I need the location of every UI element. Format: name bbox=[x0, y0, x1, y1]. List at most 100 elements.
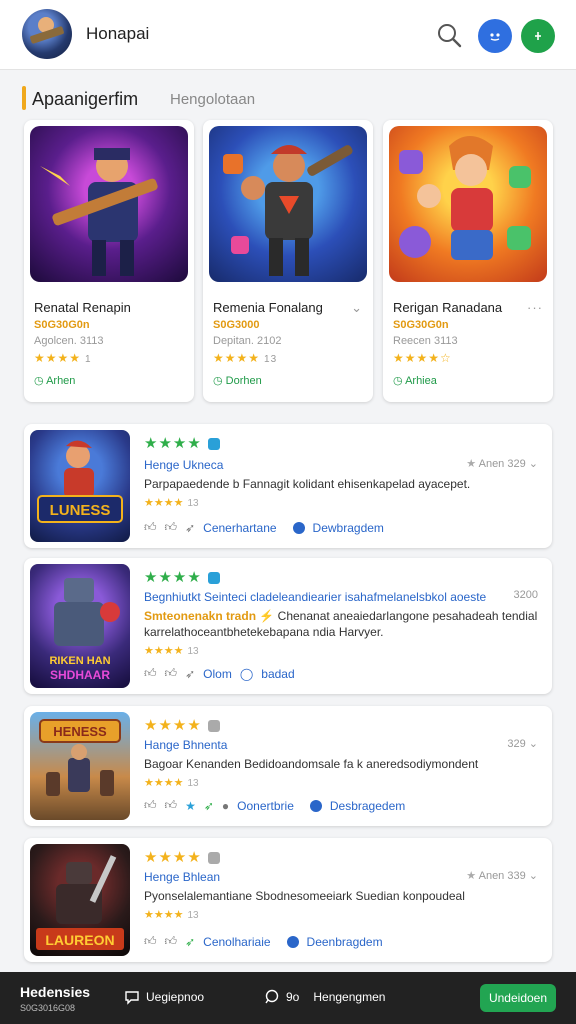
section-accent-bar bbox=[22, 86, 26, 110]
featured-card[interactable]: Rerigan Ranadana ··· S0G30G0n Reecen 311… bbox=[383, 120, 553, 402]
fire-icon: ⚡ bbox=[259, 609, 275, 623]
app-avatar[interactable] bbox=[22, 9, 72, 59]
guitar-hero-art bbox=[40, 148, 158, 276]
verified-badge bbox=[207, 438, 220, 451]
game-logo-art: LUNESS bbox=[37, 440, 123, 523]
details-link[interactable]: Oonertbrie bbox=[237, 799, 294, 813]
tag-icon[interactable]: ● bbox=[222, 799, 229, 813]
star-rating: ★★★★☆ bbox=[393, 351, 452, 365]
thumb-up-icon[interactable]: 👍︎ bbox=[165, 798, 178, 813]
dark-warrior-art: LAUREON bbox=[36, 855, 124, 950]
more-icon[interactable]: ··· bbox=[527, 300, 543, 315]
list-item[interactable]: LUNESS ★★★★ Henge Ukneca ★ Anen 329 ⌄ Pa… bbox=[24, 424, 552, 548]
small-rating: ★★★★ 13 bbox=[144, 497, 199, 509]
list-item[interactable]: LAUREON ★★★★ Henge Bhlean ★ Anen 339 ⌄ P… bbox=[24, 838, 552, 962]
star-rating: ★★★★ 13 bbox=[213, 351, 278, 365]
card-title: Remenia Fonalang bbox=[213, 300, 323, 315]
top-bar: Honapai bbox=[0, 0, 576, 70]
plus-icon bbox=[535, 32, 541, 40]
card-title: Renatal Renapin bbox=[34, 300, 131, 315]
item-actions: 👍︎ 👍︎ ➶ Olom ◯ badad bbox=[144, 666, 295, 681]
download-link[interactable]: Desbragedem bbox=[330, 799, 405, 813]
review-count: 3200 bbox=[513, 589, 538, 601]
badge bbox=[207, 720, 220, 733]
list-item[interactable]: RIKEN HAN SHDHAAR ★★★★ Begnhiutkt Seinte… bbox=[24, 558, 552, 694]
star-rating: ★★★★ 1 bbox=[34, 351, 92, 365]
item-description: Bagoar Kenanden Bedidoandomsale fa k ane… bbox=[144, 757, 479, 771]
star-icon: ★ bbox=[466, 458, 477, 470]
game-thumbnail[interactable] bbox=[389, 126, 547, 282]
game-thumbnail[interactable] bbox=[209, 126, 367, 282]
featured-card[interactable]: Renatal Renapin S0G30G0n Agolcen. 3113 ★… bbox=[24, 120, 194, 402]
pin-icon[interactable]: ➶ bbox=[185, 521, 195, 535]
thumb-up-icon[interactable]: 👍︎ bbox=[144, 798, 157, 813]
review-count: ★ Anen 339 ⌄ bbox=[466, 870, 538, 882]
featured-card[interactable]: Remenia Fonalang ⌄ S0G3000 Depitan. 2102… bbox=[203, 120, 373, 402]
card-meta: Depitan. 2102 bbox=[213, 335, 282, 347]
card-code: S0G30G0n bbox=[393, 319, 449, 331]
clock-icon: ◷ bbox=[393, 375, 403, 387]
add-button[interactable] bbox=[521, 19, 555, 53]
bottom-nav-chat[interactable]: Uegiepnoo bbox=[124, 989, 204, 1005]
game-thumbnail[interactable]: LAUREON bbox=[30, 844, 130, 956]
puzzle-hero-art bbox=[399, 136, 531, 260]
primary-action-button[interactable]: Undeidoen bbox=[480, 984, 556, 1012]
thumb-up-icon[interactable]: 👍︎ bbox=[165, 666, 178, 681]
card-action-link[interactable]: ◷ Arhiea bbox=[393, 374, 437, 387]
thumb-up-icon[interactable]: 👍︎ bbox=[165, 934, 178, 949]
card-action-link[interactable]: ◷ Dorhen bbox=[213, 374, 262, 387]
thumb-up-icon[interactable]: 👍︎ bbox=[144, 520, 157, 535]
card-code: S0G3000 bbox=[213, 319, 260, 331]
item-description: Pyonselalemantiane Sbodnesomeeiark Suedi… bbox=[144, 889, 465, 903]
download-icon bbox=[309, 799, 322, 812]
section-title: Apaanigerfim bbox=[32, 89, 139, 109]
thumb-up-icon[interactable]: 👍︎ bbox=[165, 520, 178, 535]
pin-icon[interactable]: ➶ bbox=[204, 799, 214, 813]
star-rating: ★★★★ bbox=[144, 434, 220, 452]
svg-text:HENESS: HENESS bbox=[53, 724, 107, 739]
item-title[interactable]: Begnhiutkt Seinteci cladeleandiearier is… bbox=[144, 590, 512, 604]
bottom-nav-search[interactable]: 9o Hengengmen bbox=[264, 989, 385, 1005]
svg-text:SHDHAAR: SHDHAAR bbox=[50, 668, 110, 682]
game-thumbnail[interactable]: LUNESS bbox=[30, 430, 130, 542]
item-title[interactable]: Henge Bhlean bbox=[144, 870, 220, 884]
card-title: Rerigan Ranadana bbox=[393, 300, 503, 315]
small-rating: ★★★★ 13 bbox=[144, 645, 199, 657]
star-rating: ★★★★ bbox=[144, 568, 220, 586]
star-rating: ★★★★ bbox=[144, 716, 220, 734]
svg-text:LAUREON: LAUREON bbox=[45, 932, 114, 948]
section-subtitle[interactable]: Hengolotaan bbox=[170, 91, 255, 108]
details-link[interactable]: Cenerhartane bbox=[203, 521, 276, 535]
verified-badge bbox=[207, 572, 220, 585]
app-name: Honapai bbox=[86, 24, 150, 43]
review-count: 329 ⌄ bbox=[507, 738, 538, 750]
download-icon: ◯ bbox=[239, 666, 254, 681]
details-link[interactable]: Cenolhariaie bbox=[203, 935, 270, 949]
svg-text:LUNESS: LUNESS bbox=[50, 502, 111, 519]
pin-icon[interactable]: ➶ bbox=[185, 935, 195, 949]
download-link[interactable]: Dewbragdem bbox=[313, 521, 384, 535]
list-item[interactable]: HENESS ★★★★ Hange Bhnenta 329 ⌄ Bagoar K… bbox=[24, 706, 552, 826]
game-thumbnail[interactable]: RIKEN HAN SHDHAAR bbox=[30, 564, 130, 688]
download-link[interactable]: Deenbragdem bbox=[307, 935, 383, 949]
item-title[interactable]: Henge Ukneca bbox=[144, 458, 223, 472]
item-title[interactable]: Hange Bhnenta bbox=[144, 738, 227, 752]
pin-icon[interactable]: ➶ bbox=[185, 667, 195, 681]
thumb-up-icon[interactable]: 👍︎ bbox=[144, 666, 157, 681]
bottom-bar: Hedensies S0G3016G08 Uegiepnoo 9o Hengen… bbox=[0, 972, 576, 1024]
thumb-up-icon[interactable]: 👍︎ bbox=[144, 934, 157, 949]
search-icon[interactable] bbox=[435, 21, 463, 49]
star-icon[interactable]: ★ bbox=[185, 799, 196, 813]
item-description: Smteonenakn tradn ⚡ Chenanat aneaiedarla… bbox=[144, 609, 538, 639]
game-thumbnail[interactable]: HENESS bbox=[30, 712, 130, 820]
download-link[interactable]: badad bbox=[261, 667, 294, 681]
card-action-link[interactable]: ◷ Arhen bbox=[34, 374, 75, 387]
message-icon bbox=[265, 989, 279, 1004]
battle-field-art: HENESS bbox=[39, 719, 121, 796]
game-thumbnail[interactable] bbox=[30, 126, 188, 282]
clock-icon: ◷ bbox=[213, 375, 223, 387]
details-link[interactable]: Olom bbox=[203, 667, 232, 681]
profile-button[interactable] bbox=[478, 19, 512, 53]
clock-icon: ◷ bbox=[34, 375, 44, 387]
chevron-down-icon[interactable]: ⌄ bbox=[351, 300, 363, 316]
